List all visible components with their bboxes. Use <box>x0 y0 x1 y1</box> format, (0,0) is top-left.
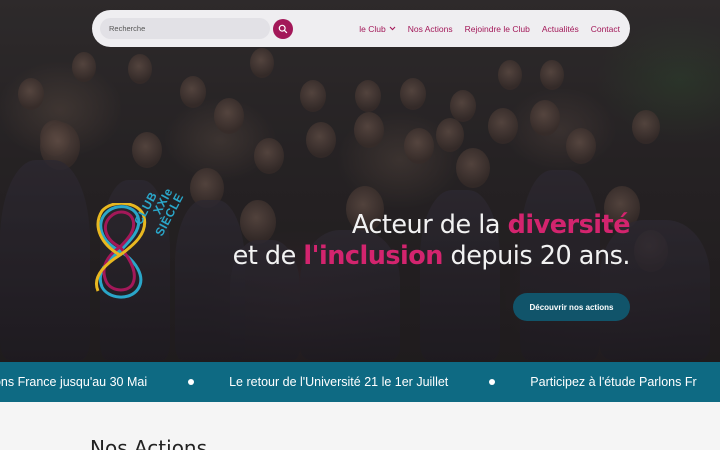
top-navigation-bar: le Club Nos Actions Rejoindre le Club Ac… <box>92 10 630 47</box>
nav-item-contact[interactable]: Contact <box>591 24 620 34</box>
search-icon <box>278 24 288 33</box>
chevron-down-icon <box>389 26 396 31</box>
news-ticker: rlons France jusqu'au 30 Mai Le retour d… <box>0 362 720 402</box>
hero-headline: Acteur de la diversité et de l'inclusion… <box>232 210 631 271</box>
main-menu: le Club Nos Actions Rejoindre le Club Ac… <box>359 24 620 34</box>
ticker-item[interactable]: Participez à l'étude Parlons Fr <box>530 375 696 389</box>
nav-item-actualites[interactable]: Actualités <box>542 24 579 34</box>
discover-actions-button[interactable]: Découvrir nos actions <box>513 293 630 321</box>
nos-actions-section: Nos Actions <box>0 402 720 450</box>
nav-item-label: le Club <box>359 23 386 34</box>
nav-item-le-club[interactable]: le Club <box>359 23 396 34</box>
search-input[interactable] <box>109 24 270 33</box>
ticker-item[interactable]: Le retour de l'Université 21 le 1er Juil… <box>229 375 448 389</box>
accent-word-diversite: diversité <box>507 210 631 240</box>
search-field-container <box>100 18 270 39</box>
nav-item-nos-actions[interactable]: Nos Actions <box>408 24 453 34</box>
accent-word-inclusion: l'inclusion <box>303 241 443 271</box>
ticker-item[interactable]: rlons France jusqu'au 30 Mai <box>0 375 147 389</box>
section-title: Nos Actions <box>90 436 208 450</box>
club-logo[interactable]: CLUB XXIe SIÈCLE <box>90 186 200 305</box>
bullet-separator-icon <box>489 379 496 385</box>
search-button[interactable] <box>273 18 293 39</box>
nav-item-rejoindre[interactable]: Rejoindre le Club <box>465 24 530 34</box>
bullet-separator-icon <box>188 379 195 385</box>
hero-banner: le Club Nos Actions Rejoindre le Club Ac… <box>0 0 720 362</box>
